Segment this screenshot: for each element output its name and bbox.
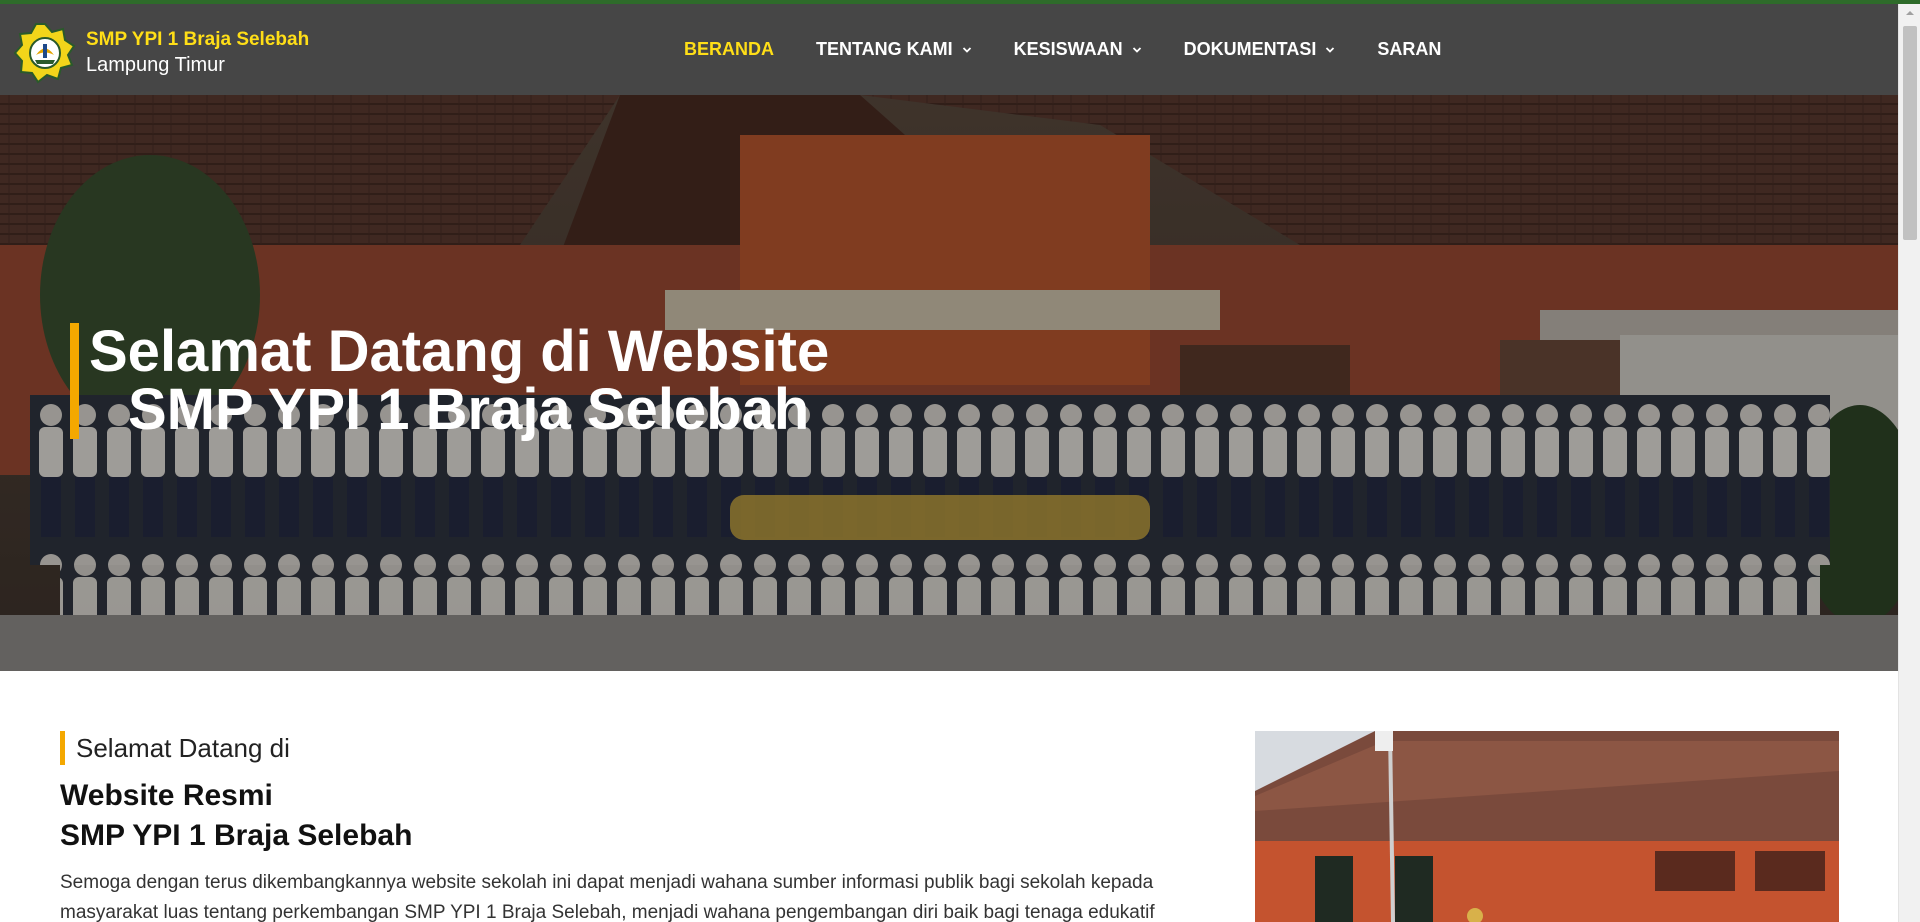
welcome-body: Semoga dengan terus dikembangkannya webs… <box>60 872 1155 922</box>
nav-item-label: BERANDA <box>684 39 774 59</box>
welcome-heading-line1: Website Resmi <box>60 779 273 812</box>
hero-banner: Selamat Datang di Website SMP YPI 1 Braj… <box>0 95 1898 671</box>
nav-item-beranda[interactable]: BERANDA <box>684 39 774 60</box>
brand-name: SMP YPI 1 Braja Selebah <box>86 29 310 50</box>
hero-title-line2: SMP YPI 1 Braja Selebah <box>128 377 810 442</box>
scrollbar-thumb[interactable] <box>1903 26 1917 240</box>
nav-item-label: SARAN <box>1377 39 1442 59</box>
school-emblem-icon <box>14 23 76 84</box>
welcome-kicker: Selamat Datang di <box>60 731 1210 765</box>
nav-item-kesiswaan[interactable]: KESISWAAN <box>1014 39 1142 60</box>
scroll-up-arrow-icon[interactable] <box>1899 4 1920 22</box>
nav-item-label: KESISWAAN <box>1013 39 1123 59</box>
welcome-heading: Website Resmi SMP YPI 1 Braja Selebah <box>60 776 1210 856</box>
chevron-down-icon <box>1132 46 1141 53</box>
nav-item-dokumentasi[interactable]: DOKUMENTASI <box>1184 39 1336 60</box>
nav-item-label: DOKUMENTASI <box>1183 39 1317 59</box>
nav-item-tentang-kami[interactable]: TENTANG KAMI <box>816 39 972 60</box>
navbar: SMP YPI 1 Braja Selebah Lampung Timur BE… <box>0 4 1898 95</box>
welcome-section: Selamat Datang di Website Resmi SMP YPI … <box>60 731 1210 922</box>
school-building-photo <box>1255 731 1839 922</box>
hero-title-line1: Selamat Datang di Website <box>89 319 830 384</box>
main-nav: BERANDA TENTANG KAMI KESISWAAN DOKUMENTA… <box>684 4 1441 95</box>
hero-title: Selamat Datang di Website SMP YPI 1 Braj… <box>70 323 829 439</box>
nav-item-saran[interactable]: SARAN <box>1377 39 1441 60</box>
nav-item-label: TENTANG KAMI <box>816 39 953 59</box>
chevron-down-icon <box>962 46 971 53</box>
brand-subtitle: Lampung Timur <box>86 54 225 76</box>
brand[interactable]: SMP YPI 1 Braja Selebah Lampung Timur <box>14 22 309 84</box>
welcome-heading-line2: SMP YPI 1 Braja Selebah <box>60 819 413 852</box>
page-scrollbar[interactable] <box>1898 4 1920 922</box>
chevron-down-icon <box>1326 46 1335 53</box>
